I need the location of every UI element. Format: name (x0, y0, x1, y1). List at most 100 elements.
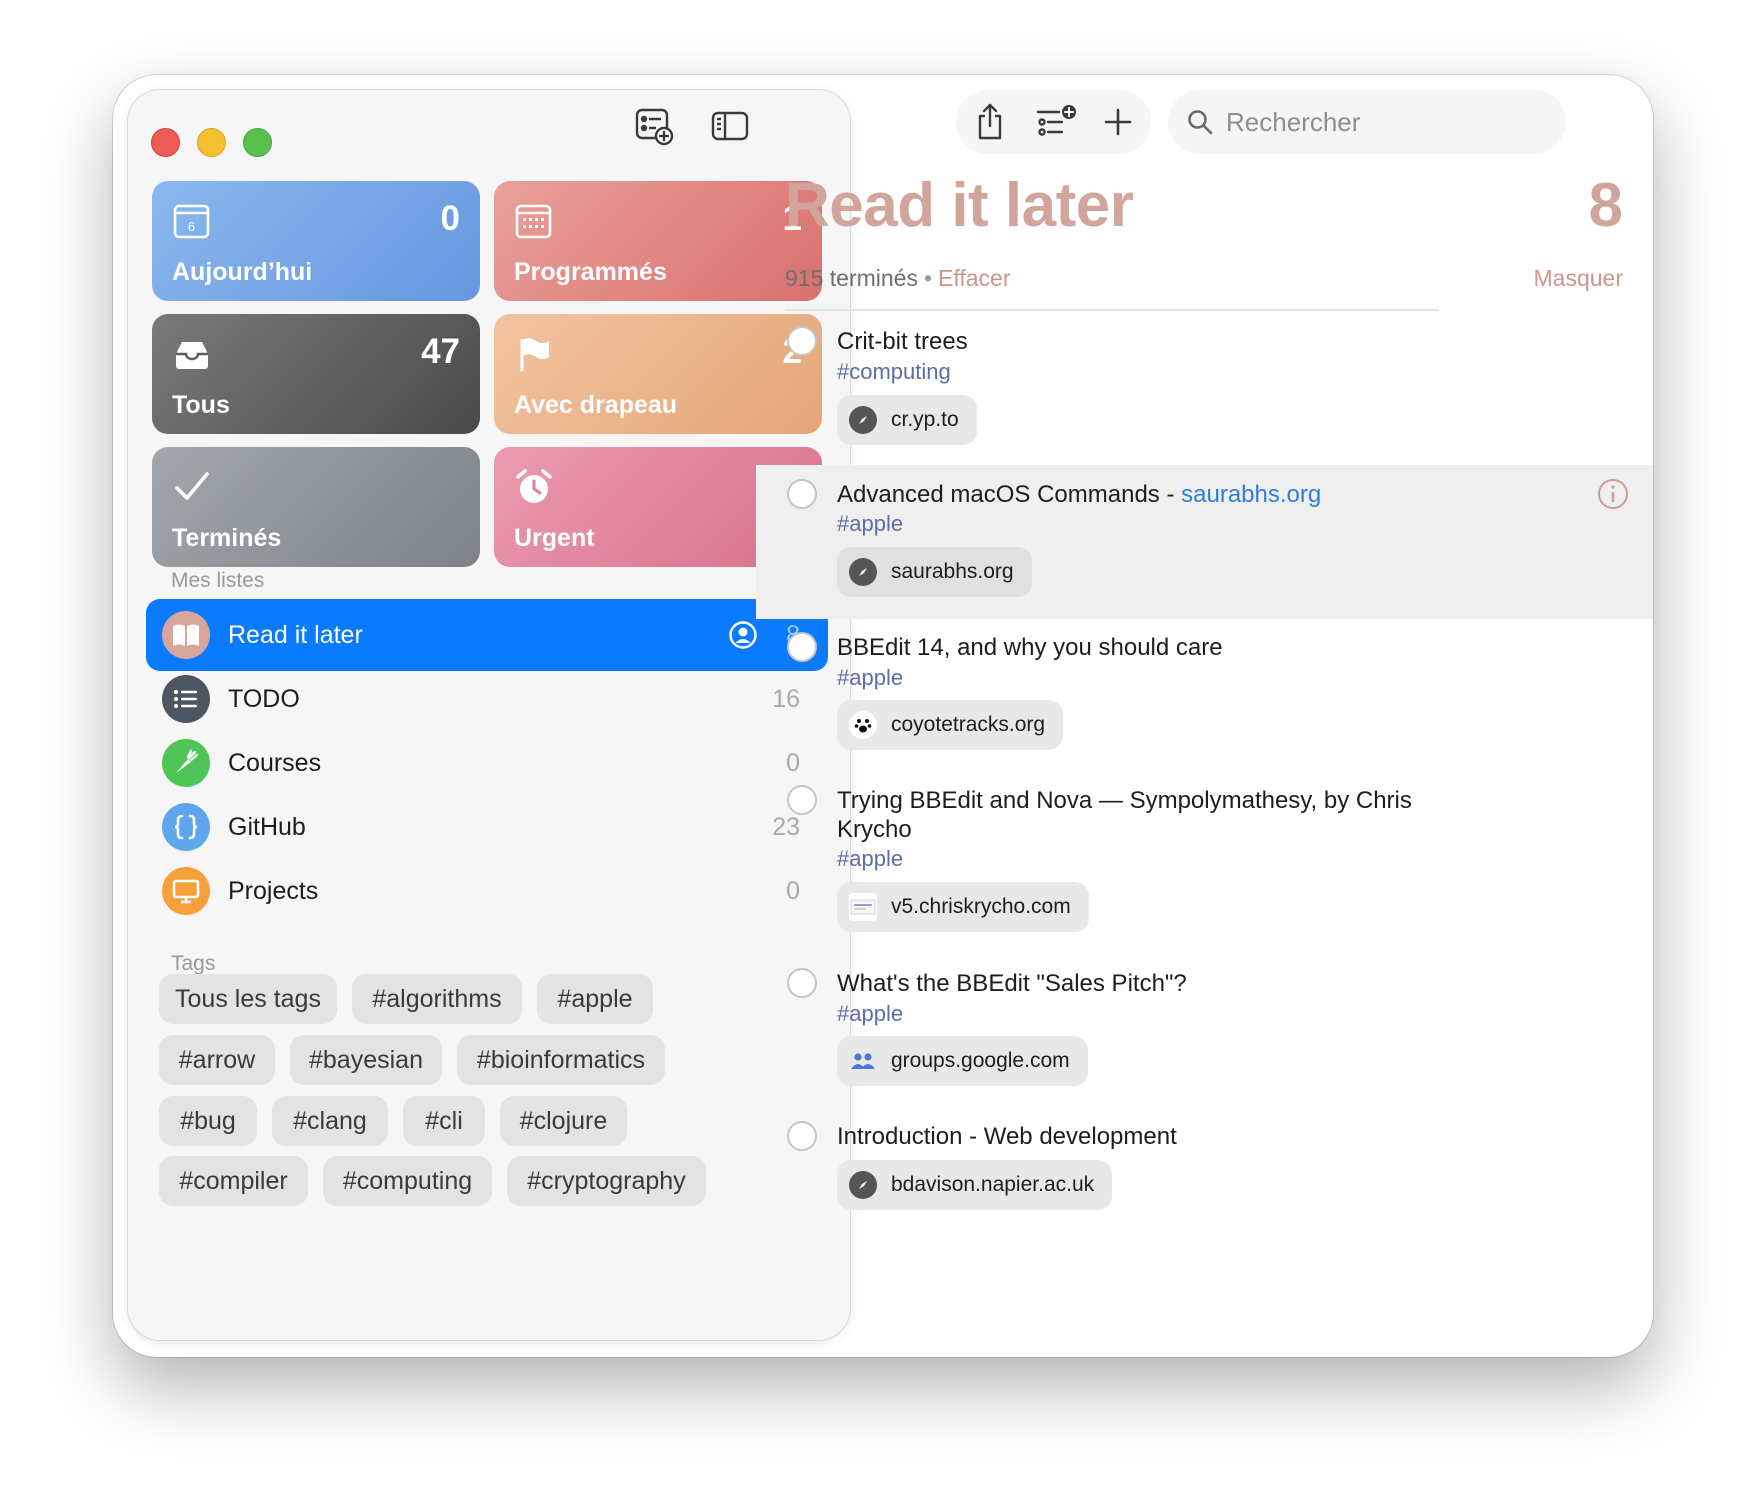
sidebar-toggle-icon[interactable] (709, 105, 751, 147)
task-title[interactable]: Introduction - Web development (837, 1122, 1177, 1151)
task-link-chip[interactable]: bdavison.napier.ac.uk (837, 1160, 1113, 1210)
calendar-today-icon: 6 (172, 201, 212, 241)
tags-heading: Tags (171, 952, 216, 975)
flag-icon (514, 334, 554, 374)
shared-person-icon (728, 620, 758, 650)
completed-label: Terminés (172, 524, 282, 552)
task-row[interactable]: Crit-bit trees #computing cr.yp.to (756, 313, 1653, 465)
task-title[interactable]: What's the BBEdit "Sales Pitch"? (837, 969, 1187, 998)
task-checkbox[interactable] (787, 479, 817, 509)
compass-icon (849, 1171, 877, 1199)
tag-chip[interactable]: #clang (272, 1096, 388, 1146)
list-bullet-icon (162, 675, 210, 723)
sidebar: 6 0 Aujourd’hui 1 Programmés 47 Tous Ave… (128, 90, 850, 1340)
task-tag[interactable]: #apple (837, 511, 903, 537)
task-row[interactable]: Introduction - Web development bdavison.… (756, 1109, 1653, 1239)
tag-chip[interactable]: #arrow (159, 1035, 275, 1085)
search-icon (1186, 108, 1214, 136)
task-tag[interactable]: #apple (837, 846, 903, 872)
task-title[interactable]: Trying BBEdit and Nova — Sympolymathesy,… (837, 786, 1417, 844)
chip-label: v5.chriskrycho.com (891, 895, 1071, 918)
hide-completed-button[interactable]: Masquer (1534, 265, 1623, 292)
task-checkbox[interactable] (787, 632, 817, 662)
people-icon (849, 1047, 877, 1075)
tag-chip[interactable]: #bioinformatics (457, 1035, 665, 1085)
today-label: Aujourd’hui (172, 258, 313, 286)
tag-chip[interactable]: #cryptography (507, 1156, 706, 1206)
chip-label: coyotetracks.org (891, 713, 1046, 736)
book-icon (162, 611, 210, 659)
task-link-chip[interactable]: v5.chriskrycho.com (837, 882, 1089, 932)
info-icon[interactable] (1597, 478, 1629, 510)
task-row[interactable]: Trying BBEdit and Nova — Sympolymathesy,… (756, 773, 1653, 955)
list-item-github[interactable]: GitHub 23 (146, 791, 828, 863)
tag-chip[interactable]: #computing (323, 1156, 492, 1206)
all-count: 47 (421, 332, 460, 371)
smart-list-all[interactable]: 47 Tous (152, 314, 480, 434)
list-title: Read it later (785, 171, 1134, 240)
tag-chip[interactable]: #bayesian (290, 1035, 442, 1085)
site-thumbnail-icon (849, 893, 877, 921)
task-checkbox[interactable] (787, 968, 817, 998)
smart-list-scheduled[interactable]: 1 Programmés (494, 181, 822, 301)
close-window-button[interactable] (151, 128, 180, 157)
scheduled-label: Programmés (514, 258, 667, 286)
curly-braces-icon (162, 803, 210, 851)
tag-chip[interactable]: #bug (159, 1096, 257, 1146)
list-item-projects[interactable]: Projects 0 (146, 855, 828, 927)
toolbar-actions (956, 90, 1151, 154)
task-title[interactable]: BBEdit 14, and why you should care (837, 633, 1223, 662)
clear-completed-button[interactable]: Effacer (938, 265, 1010, 291)
tag-chip[interactable]: #algorithms (352, 974, 522, 1024)
calendar-grid-icon (514, 201, 554, 241)
search-input[interactable] (1226, 104, 1546, 140)
minimize-window-button[interactable] (197, 128, 226, 157)
checkmark-icon (172, 467, 212, 507)
plus-icon[interactable] (1098, 100, 1138, 144)
list-item-todo[interactable]: TODO 16 (146, 663, 828, 735)
list-label: GitHub (228, 812, 306, 841)
task-tag[interactable]: #apple (837, 1001, 903, 1027)
task-link-chip[interactable]: saurabhs.org (837, 547, 1032, 597)
smart-list-completed[interactable]: Terminés (152, 447, 480, 567)
paw-icon (849, 711, 877, 739)
my-lists-heading: Mes listes (171, 569, 265, 592)
chip-label: saurabhs.org (891, 560, 1014, 583)
monitor-icon (162, 867, 210, 915)
task-tag[interactable]: #computing (837, 359, 951, 385)
task-title[interactable]: Crit-bit trees (837, 327, 968, 356)
tag-chip[interactable]: #compiler (159, 1156, 308, 1206)
task-title[interactable]: Advanced macOS Commands - saurabhs.org (837, 480, 1321, 509)
tag-chip[interactable]: Tous les tags (159, 974, 337, 1024)
maximize-window-button[interactable] (243, 128, 272, 157)
task-row-highlighted[interactable]: Advanced macOS Commands - saurabhs.org #… (756, 465, 1653, 619)
new-list-icon[interactable] (633, 105, 675, 147)
task-title-text: Advanced macOS Commands - (837, 481, 1182, 508)
chip-label: groups.google.com (891, 1049, 1070, 1072)
smart-list-today[interactable]: 6 0 Aujourd’hui (152, 181, 480, 301)
task-title-link[interactable]: saurabhs.org (1181, 481, 1321, 508)
tray-icon (172, 334, 212, 374)
urgent-label: Urgent (514, 524, 595, 552)
compass-icon (849, 558, 877, 586)
task-link-chip[interactable]: groups.google.com (837, 1036, 1088, 1086)
search-field[interactable] (1168, 90, 1566, 154)
tag-chip[interactable]: #clojure (500, 1096, 627, 1146)
completed-summary: 915 terminés • Effacer (785, 265, 1010, 292)
task-checkbox[interactable] (787, 1121, 817, 1151)
tag-chip[interactable]: #apple (537, 974, 653, 1024)
task-link-chip[interactable]: coyotetracks.org (837, 700, 1064, 750)
tag-chip[interactable]: #cli (403, 1096, 485, 1146)
carrot-icon (162, 739, 210, 787)
add-subtask-icon[interactable] (1034, 100, 1078, 144)
task-checkbox[interactable] (787, 785, 817, 815)
share-icon[interactable] (970, 100, 1010, 144)
task-tag[interactable]: #apple (837, 665, 903, 691)
task-link-chip[interactable]: cr.yp.to (837, 395, 977, 445)
task-row[interactable]: What's the BBEdit "Sales Pitch"? #apple … (756, 955, 1653, 1109)
task-row[interactable]: BBEdit 14, and why you should care #appl… (756, 619, 1653, 771)
task-checkbox[interactable] (787, 326, 817, 356)
list-label: Courses (228, 748, 322, 777)
list-item-courses[interactable]: Courses 0 (146, 727, 828, 799)
list-item-read-it-later[interactable]: Read it later 8 (146, 599, 828, 671)
